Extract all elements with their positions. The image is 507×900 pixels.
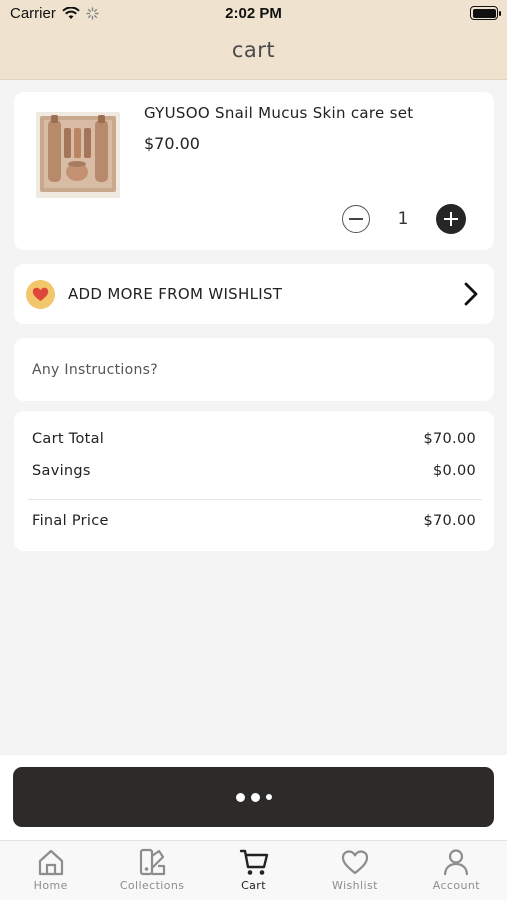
page-title: cart [231, 38, 276, 62]
increase-quantity-button[interactable] [436, 204, 466, 234]
instructions-card [14, 338, 494, 401]
tab-cart[interactable]: Cart [203, 841, 304, 900]
final-price-value: $70.00 [423, 513, 476, 529]
cart-item-card: GYUSOO Snail Mucus Skin care set $70.00 … [14, 92, 494, 250]
collections-icon [140, 848, 166, 876]
cart-total-row: Cart Total $70.00 [32, 431, 476, 447]
wishlist-label: ADD MORE FROM WISHLIST [68, 285, 283, 303]
tab-cart-label: Cart [241, 879, 266, 892]
tab-home[interactable]: Home [0, 841, 101, 900]
instructions-input[interactable] [14, 338, 494, 401]
savings-label: Savings [32, 463, 91, 479]
price-summary-card: Cart Total $70.00 Savings $0.00 Final Pr… [14, 411, 494, 551]
divider [28, 499, 482, 500]
status-time: 2:02 PM [225, 5, 282, 22]
chevron-right-icon [464, 282, 478, 306]
product-price: $70.00 [144, 134, 200, 153]
checkout-button[interactable] [13, 767, 494, 827]
tab-home-label: Home [33, 879, 68, 892]
loading-dot [250, 792, 260, 802]
home-icon [38, 849, 63, 876]
top-bar: Carrier 2:02 PM cart [0, 0, 507, 80]
add-from-wishlist-row[interactable]: ADD MORE FROM WISHLIST [14, 264, 494, 324]
quantity-stepper: 1 [342, 204, 466, 234]
tab-collections-label: Collections [119, 879, 185, 892]
decrease-quantity-button[interactable] [342, 205, 370, 233]
tab-wishlist[interactable]: Wishlist [304, 841, 405, 900]
quantity-value: 1 [397, 209, 409, 229]
status-bar: Carrier 2:02 PM [0, 0, 507, 28]
wishlist-heart-icon [26, 280, 55, 309]
cart-total-value: $70.00 [423, 431, 476, 447]
cart-icon [239, 849, 268, 875]
loading-dot [235, 792, 245, 802]
savings-row: Savings $0.00 [32, 463, 476, 479]
product-image[interactable] [36, 112, 120, 198]
tab-account[interactable]: Account [406, 841, 507, 900]
account-icon [444, 849, 469, 876]
savings-value: $0.00 [432, 463, 476, 479]
cart-total-label: Cart Total [32, 431, 105, 447]
product-name[interactable]: GYUSOO Snail Mucus Skin care set [144, 104, 413, 122]
tab-bar: Home Collections Cart Wishlist Account [0, 840, 507, 900]
final-price-row: Final Price $70.00 [32, 513, 476, 529]
tab-account-label: Account [432, 879, 480, 892]
battery-icon [470, 6, 501, 20]
heart-icon [341, 850, 369, 875]
loading-dot [265, 794, 272, 800]
final-price-label: Final Price [32, 513, 109, 529]
tab-collections[interactable]: Collections [101, 841, 202, 900]
tab-wishlist-label: Wishlist [332, 879, 378, 892]
